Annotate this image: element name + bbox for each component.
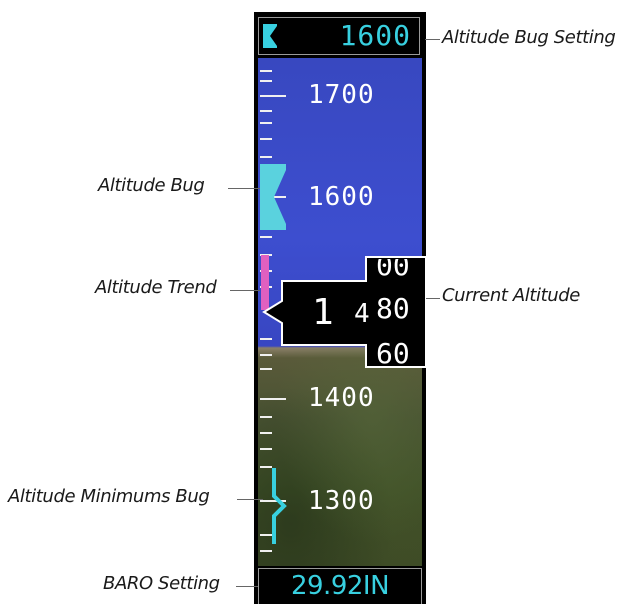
callout-altitude-bug-setting: Altitude Bug Setting [442, 27, 616, 48]
callout-baro-setting: BARO Setting [103, 573, 220, 594]
altitude-bug-setting-value: 1600 [339, 19, 411, 52]
callout-altitude-minimums-bug: Altitude Minimums Bug [8, 486, 210, 507]
tape-tick [260, 70, 272, 72]
tape-label: 1400 [308, 383, 375, 413]
baro-setting-value: 29.92IN [290, 571, 390, 601]
tape-tick [260, 398, 286, 400]
leader-line [425, 39, 440, 40]
roller-digits-below: 60 [376, 337, 410, 367]
tape-tick [260, 550, 272, 552]
current-altitude-roller: 00 80 60 [370, 259, 426, 367]
roller-digits-current: 80 [376, 292, 410, 325]
altitude-bug-setting-box[interactable]: 1600 [258, 17, 420, 55]
tape-tick [260, 236, 272, 238]
baro-setting-box[interactable]: 29.92IN [258, 568, 422, 604]
current-altitude-readout: 1 4 00 80 60 [262, 255, 428, 369]
altitude-minimums-bug-marker [272, 468, 287, 544]
leader-line [426, 298, 440, 299]
leader-line [230, 290, 260, 291]
tape-tick [260, 416, 272, 418]
tape-tick [260, 110, 272, 112]
tape-tick [260, 95, 286, 97]
callout-altitude-bug: Altitude Bug [98, 175, 205, 196]
tape-label: 1300 [308, 486, 375, 516]
tape-tick [260, 448, 272, 450]
tape-tick [260, 432, 272, 434]
current-altitude-hundreds: 4 [354, 299, 370, 329]
tape-tick [260, 80, 272, 82]
tape-tick [260, 156, 272, 158]
callout-current-altitude: Current Altitude [442, 285, 580, 306]
altitude-bug-icon [263, 24, 277, 48]
leader-line [237, 499, 263, 500]
current-altitude-thousands: 1 [312, 292, 334, 333]
roller-digits-above: 00 [376, 259, 410, 282]
altitude-bug-marker [260, 164, 286, 230]
tape-tick [260, 122, 272, 124]
leader-line [236, 586, 258, 587]
tape-label: 1600 [308, 182, 375, 212]
tape-label: 1700 [308, 80, 375, 110]
tape-tick [260, 138, 272, 140]
leader-line [228, 188, 260, 189]
callout-altitude-trend: Altitude Trend [95, 277, 217, 298]
